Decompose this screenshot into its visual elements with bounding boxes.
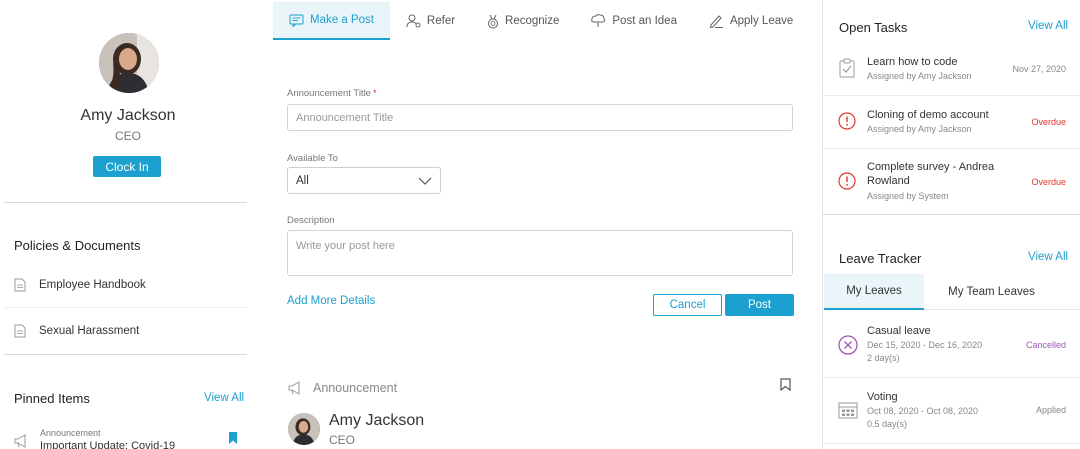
post-type-label: Announcement bbox=[313, 381, 398, 395]
policy-item-label: Sexual Harassment bbox=[39, 325, 140, 337]
textarea-placeholder: Write your post here bbox=[296, 240, 395, 252]
left-sidebar: Amy Jackson CEO Clock In Policies & Docu… bbox=[0, 0, 250, 449]
task-assigned: Assigned by Amy Jackson bbox=[867, 71, 972, 81]
pinned-title: Pinned Items bbox=[14, 391, 90, 406]
clipboard-check-icon bbox=[839, 58, 855, 78]
tab-post-an-idea[interactable]: Post an Idea bbox=[575, 2, 693, 40]
refer-icon bbox=[406, 14, 421, 28]
description-label: Description bbox=[287, 215, 335, 226]
tab-recognize[interactable]: Recognize bbox=[471, 2, 575, 40]
post-icon bbox=[289, 14, 304, 27]
alert-circle-icon bbox=[838, 172, 856, 190]
task-item[interactable]: Complete survey - Andrea Rowland Assigne… bbox=[823, 149, 1080, 215]
leave-title: Voting bbox=[867, 391, 898, 403]
divider bbox=[4, 354, 247, 355]
main-feed: Make a Post Refer Recognize Post an Idea… bbox=[260, 0, 820, 449]
tab-label: Refer bbox=[426, 15, 456, 27]
profile-avatar[interactable] bbox=[99, 33, 159, 93]
right-sidebar: Open Tasks View All Learn how to code As… bbox=[822, 0, 1080, 449]
required-mark: * bbox=[372, 88, 377, 98]
megaphone-icon bbox=[14, 434, 26, 448]
tab-apply-leave[interactable]: Apply Leave bbox=[693, 2, 809, 40]
open-tasks-title: Open Tasks bbox=[839, 20, 908, 35]
add-more-details-link[interactable]: Add More Details bbox=[287, 295, 375, 307]
tab-label: Recognize bbox=[505, 15, 560, 27]
policies-title: Policies & Documents bbox=[14, 238, 141, 253]
composer-tabs: Make a Post Refer Recognize Post an Idea… bbox=[273, 2, 809, 42]
task-status-overdue: Overdue bbox=[1031, 177, 1066, 187]
leave-title: Casual leave bbox=[867, 325, 931, 337]
tab-label: Make a Post bbox=[310, 14, 374, 26]
available-to-label: Available To bbox=[287, 153, 338, 164]
tab-make-a-post[interactable]: Make a Post bbox=[273, 2, 390, 40]
tab-my-team-leaves[interactable]: My Team Leaves bbox=[924, 274, 1059, 310]
task-status-overdue: Overdue bbox=[1031, 117, 1066, 127]
post-author-role: CEO bbox=[329, 433, 356, 447]
tab-label: Post an Idea bbox=[612, 15, 677, 27]
tab-my-leaves[interactable]: My Leaves bbox=[824, 274, 924, 310]
bookmark-filled-icon[interactable] bbox=[228, 432, 238, 444]
chevron-down-icon bbox=[418, 177, 432, 185]
feed-post-type: Announcement bbox=[287, 381, 397, 395]
leave-status-cancelled: Cancelled bbox=[1025, 340, 1066, 350]
post-author-avatar[interactable] bbox=[288, 413, 320, 445]
alert-circle-icon bbox=[838, 112, 856, 130]
task-title: Complete survey - Andrea Rowland bbox=[867, 161, 995, 187]
leave-days: 0.5 day(s) bbox=[867, 419, 908, 429]
pen-icon bbox=[709, 15, 723, 28]
tasks-view-all-link[interactable]: View All bbox=[1028, 20, 1068, 32]
available-to-select[interactable]: All bbox=[287, 167, 441, 194]
megaphone-icon bbox=[288, 381, 300, 395]
document-icon bbox=[14, 324, 26, 338]
cancel-circle-icon bbox=[838, 335, 858, 355]
task-item[interactable]: Learn how to code Assigned by Amy Jackso… bbox=[823, 43, 1080, 96]
task-due-date: Nov 27, 2020 bbox=[1012, 64, 1066, 74]
divider bbox=[4, 202, 247, 203]
announcement-title-label: Announcement Title * bbox=[287, 88, 377, 99]
clock-in-button[interactable]: Clock In bbox=[93, 156, 161, 177]
leave-view-all-link[interactable]: View All bbox=[1028, 251, 1068, 263]
leave-status-applied: Applied bbox=[1035, 405, 1066, 415]
post-author-name[interactable]: Amy Jackson bbox=[329, 412, 424, 430]
policy-item-sexual-harassment[interactable]: Sexual Harassment bbox=[14, 321, 139, 341]
leave-dates: Oct 08, 2020 - Oct 08, 2020 bbox=[867, 406, 979, 416]
calendar-icon bbox=[838, 402, 858, 419]
task-assigned: Assigned by Amy Jackson bbox=[867, 124, 972, 134]
medal-icon bbox=[488, 14, 499, 28]
leave-tabs: My Leaves My Team Leaves bbox=[824, 274, 1080, 310]
input-placeholder: Announcement Title bbox=[296, 111, 394, 124]
leave-tracker-title: Leave Tracker bbox=[839, 251, 922, 266]
bookmark-icon[interactable] bbox=[780, 378, 791, 391]
cancel-button[interactable]: Cancel bbox=[653, 294, 722, 316]
task-title: Learn how to code bbox=[867, 56, 958, 68]
pinned-item-type: Announcement bbox=[40, 428, 101, 438]
leave-item[interactable]: Casual leave Dec 15, 2020 - Dec 16, 2020… bbox=[823, 311, 1080, 378]
idea-icon bbox=[591, 14, 606, 27]
divider bbox=[4, 307, 247, 308]
pinned-view-all-link[interactable]: View All bbox=[204, 392, 244, 404]
task-assigned: Assigned by System bbox=[867, 191, 949, 201]
leave-days: 2 day(s) bbox=[867, 353, 900, 363]
policy-item-label: Employee Handbook bbox=[39, 279, 146, 291]
profile-role: CEO bbox=[114, 129, 141, 143]
tab-refer[interactable]: Refer bbox=[390, 2, 471, 40]
leave-item[interactable]: Voting Oct 08, 2020 - Oct 08, 2020 0.5 d… bbox=[823, 378, 1080, 444]
post-button[interactable]: Post bbox=[725, 294, 794, 316]
tab-label: Apply Leave bbox=[729, 15, 794, 27]
task-item[interactable]: Cloning of demo account Assigned by Amy … bbox=[823, 96, 1080, 149]
select-value: All bbox=[296, 174, 309, 187]
policy-item-employee-handbook[interactable]: Employee Handbook bbox=[14, 275, 146, 295]
document-icon bbox=[14, 278, 26, 292]
profile-name: Amy Jackson bbox=[80, 107, 176, 124]
announcement-title-input[interactable]: Announcement Title bbox=[287, 104, 793, 131]
description-textarea[interactable]: Write your post here bbox=[287, 230, 793, 276]
pinned-item-title[interactable]: Important Update: Covid-19 bbox=[40, 440, 175, 449]
leave-dates: Dec 15, 2020 - Dec 16, 2020 bbox=[867, 340, 983, 350]
task-title: Cloning of demo account bbox=[867, 109, 989, 121]
